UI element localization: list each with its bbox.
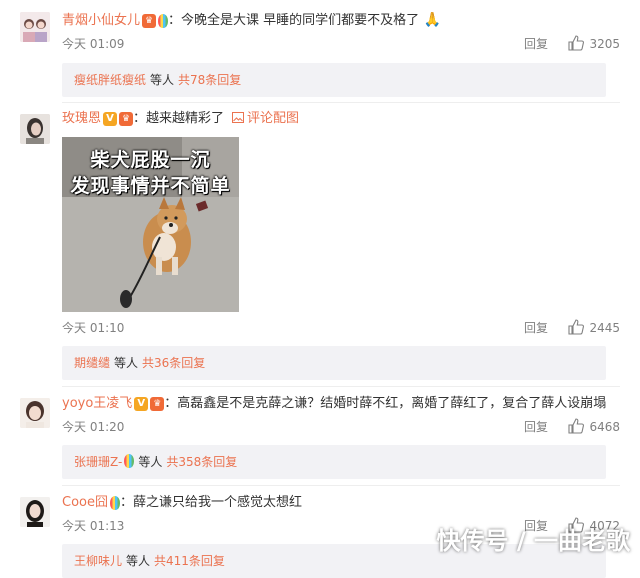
sub-reply-user[interactable]: 瘦纸胖纸瘦纸 <box>74 73 146 87</box>
image-icon <box>232 112 245 123</box>
reply-count-link[interactable]: 共411条回复 <box>154 554 225 568</box>
username[interactable]: 玫瑰恩 <box>62 111 101 126</box>
reply-button[interactable]: 回复 <box>524 320 548 336</box>
avatar[interactable] <box>20 114 50 144</box>
balloon-icon <box>124 454 135 468</box>
reply-count-link[interactable]: 共36条回复 <box>142 356 205 370</box>
vip-crown-icon: ♛ <box>142 13 157 28</box>
like-button[interactable]: 6468 <box>568 418 620 438</box>
comment-text: ：高磊鑫是不是克薛之谦？结婚时薛不红，离婚了薛红了，复合了薛人设崩塌 <box>164 396 607 411</box>
watermark: 快传号 / 一曲老歌 <box>436 527 630 555</box>
like-count: 3205 <box>589 37 620 51</box>
sub-replies[interactable]: 期缱缱 等人 共36条回复 <box>62 346 606 380</box>
vip-crown-icon: ♛ <box>150 396 165 411</box>
sub-replies[interactable]: 瘦纸胖纸瘦纸 等人 共78条回复 <box>62 63 606 97</box>
thumbs-up-icon <box>568 319 585 339</box>
vip-crown-icon: ♛ <box>119 111 134 126</box>
sub-reply-user[interactable]: 张珊珊Z- <box>74 455 122 469</box>
like-button[interactable]: 3205 <box>568 35 620 55</box>
avatar[interactable] <box>20 497 50 527</box>
divider <box>62 485 620 486</box>
timestamp: 今天 01:10 <box>62 321 125 335</box>
sub-reply-etc: 等人 <box>114 356 139 370</box>
comment-text: ：薛之谦只给我一个感觉太想红 <box>119 495 302 510</box>
sub-reply-etc: 等人 <box>150 73 175 87</box>
like-count: 2445 <box>589 321 620 335</box>
avatar[interactable] <box>20 12 50 42</box>
like-count: 6468 <box>589 420 620 434</box>
balloon-icon <box>158 13 169 28</box>
thumbs-up-icon <box>568 35 585 55</box>
balloon-icon <box>109 495 120 510</box>
sub-replies[interactable]: 张珊珊Z- 等人 共358条回复 <box>62 445 606 479</box>
like-button[interactable]: 2445 <box>568 319 620 339</box>
sub-reply-etc: 等人 <box>126 554 151 568</box>
divider <box>62 102 620 103</box>
comment-pic-label: 评论配图 <box>247 111 300 126</box>
sub-reply-user[interactable]: 王柳味儿 <box>74 554 122 568</box>
username[interactable]: 青烟小仙女儿 <box>62 13 140 28</box>
thumbs-up-icon <box>568 418 585 438</box>
reply-count-link[interactable]: 共78条回复 <box>178 73 241 87</box>
image-caption-line1: 柴犬屁股一沉 <box>90 149 211 171</box>
reply-button[interactable]: 回复 <box>524 419 548 435</box>
timestamp: 今天 01:09 <box>62 37 125 51</box>
comment-text: ：越来越精彩了 <box>133 111 225 126</box>
username[interactable]: Cooe囧 <box>62 495 108 510</box>
verified-v-icon: V <box>103 111 118 126</box>
reply-button[interactable]: 回复 <box>524 36 548 52</box>
divider <box>62 386 620 387</box>
comment-image[interactable]: 柴犬屁股一沉 发现事情并不简单 <box>62 137 239 312</box>
praying-hands-icon: 🙏 <box>419 12 442 28</box>
username[interactable]: yoyo王凌飞 <box>62 396 132 411</box>
image-caption-line2: 发现事情并不简单 <box>70 175 231 197</box>
timestamp: 今天 01:13 <box>62 519 125 533</box>
sub-reply-etc: 等人 <box>138 455 163 469</box>
comment-pic-link[interactable]: 评论配图 <box>232 111 299 126</box>
verified-v-icon: V <box>134 396 149 411</box>
avatar[interactable] <box>20 398 50 428</box>
reply-count-link[interactable]: 共358条回复 <box>166 455 237 469</box>
sub-reply-user[interactable]: 期缱缱 <box>74 356 110 370</box>
timestamp: 今天 01:20 <box>62 420 125 434</box>
comment-text: ：今晚全是大课 早睡的同学们都要不及格了 <box>168 13 420 28</box>
